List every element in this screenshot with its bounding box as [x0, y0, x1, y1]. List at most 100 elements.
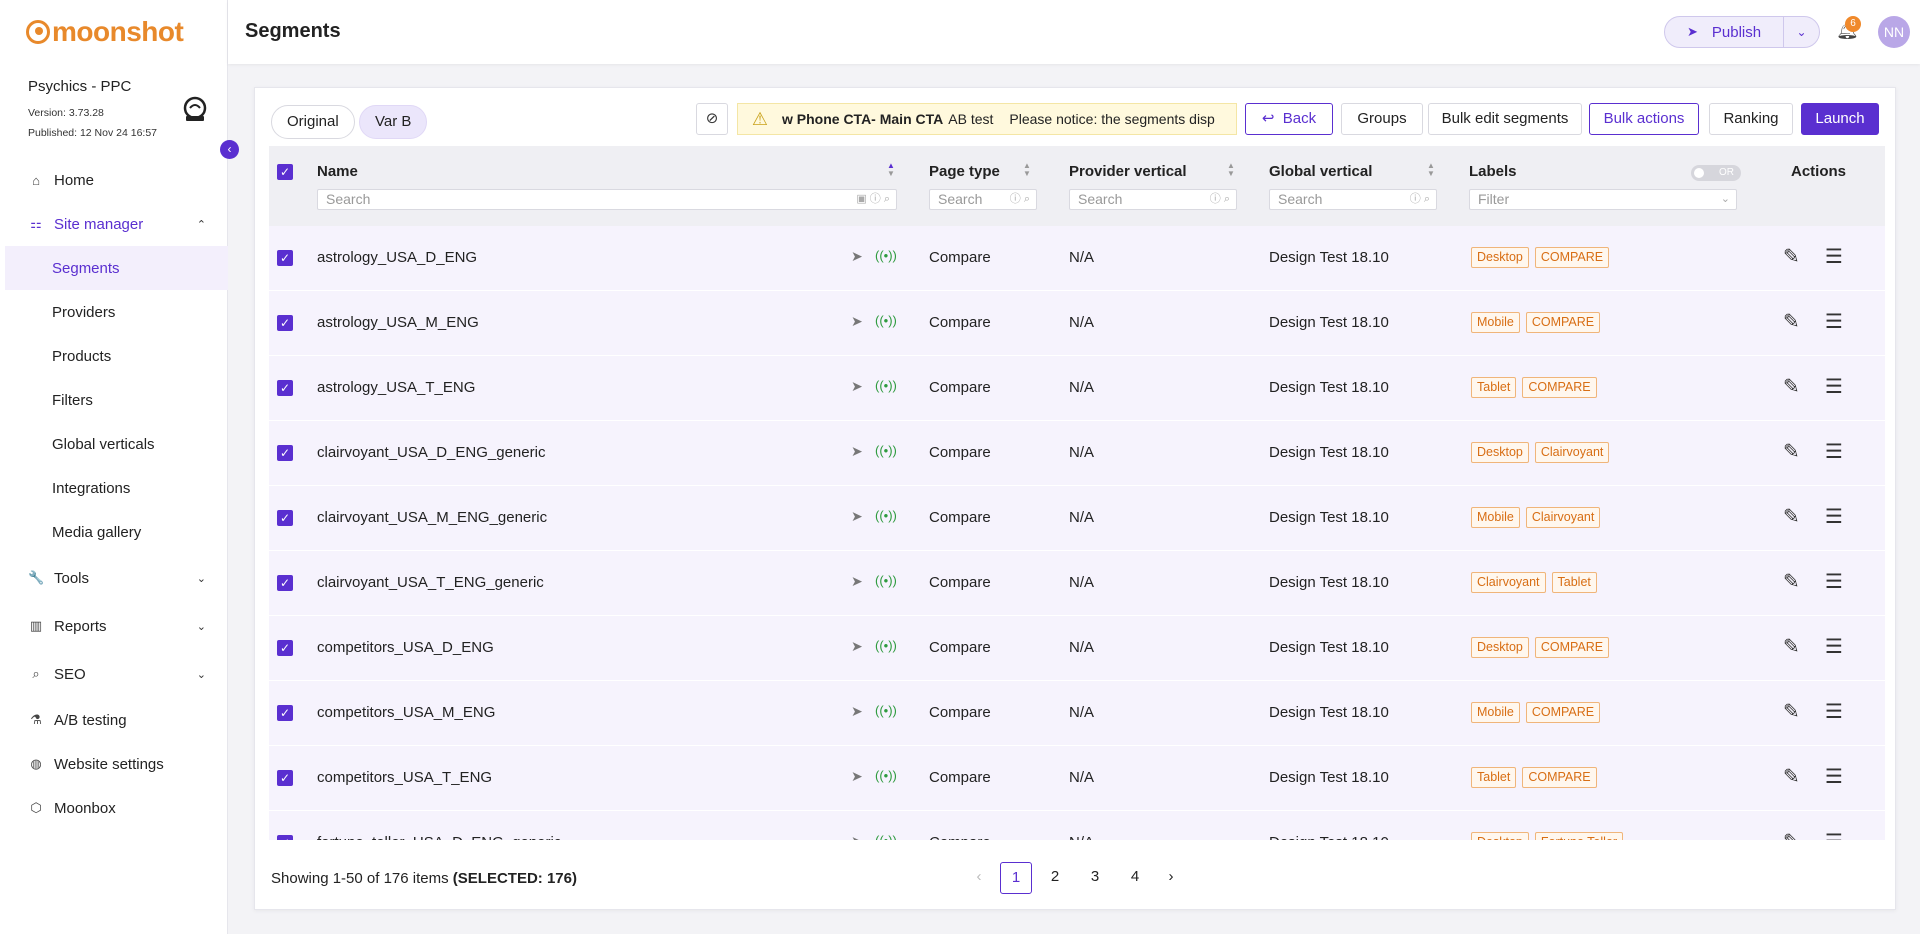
segment-name[interactable]: astrology_USA_T_ENG	[317, 379, 475, 396]
bulk-edit-segments-button[interactable]: Bulk edit segments	[1428, 103, 1582, 135]
nav-moonbox[interactable]: ⬡ Moonbox	[0, 786, 228, 830]
groups-button[interactable]: Groups	[1341, 103, 1423, 135]
row-checkbox[interactable]: ✓	[277, 705, 293, 721]
col-page-type[interactable]: Page type	[929, 163, 1000, 180]
nav-reports[interactable]: ▥ Reports ⌄	[0, 602, 228, 650]
col-name[interactable]: Name	[317, 163, 358, 180]
nav-providers[interactable]: Providers	[0, 290, 228, 334]
prev-page-button[interactable]: ‹	[969, 862, 989, 894]
segment-name[interactable]: clairvoyant_USA_D_ENG_generic	[317, 444, 545, 461]
sort-icon[interactable]: ▲ ▼	[1427, 162, 1435, 178]
sliders-icon[interactable]: ☰	[1825, 439, 1843, 464]
edit-icon[interactable]: ✎	[1783, 374, 1800, 399]
variant-b-tab[interactable]: Var B	[359, 105, 428, 139]
publish-button[interactable]: ➤ Publish	[1665, 24, 1783, 41]
sliders-icon[interactable]: ☰	[1825, 569, 1843, 594]
launch-button[interactable]: Launch	[1801, 103, 1879, 135]
provider-vertical-search-input[interactable]: Search ⓘ ⌕	[1069, 189, 1237, 210]
edit-icon[interactable]: ✎	[1783, 634, 1800, 659]
sort-icon[interactable]: ▲ ▼	[1023, 162, 1031, 178]
segment-name[interactable]: competitors_USA_D_ENG	[317, 639, 494, 656]
edit-icon[interactable]: ✎	[1783, 699, 1800, 724]
variant-original-tab[interactable]: Original	[271, 105, 355, 139]
table-row[interactable]: ✓ competitors_USA_M_ENG ➤ ((•)) Compare …	[269, 681, 1885, 746]
segment-name[interactable]: clairvoyant_USA_M_ENG_generic	[317, 509, 547, 526]
nav-global-verticals[interactable]: Global verticals	[0, 422, 228, 466]
nav-media-gallery[interactable]: Media gallery	[0, 510, 228, 554]
nav-site-manager[interactable]: ⚏ Site manager ⌃	[0, 202, 228, 246]
next-page-button[interactable]: ›	[1161, 862, 1181, 894]
select-all-checkbox[interactable]: ✓	[277, 164, 293, 180]
sliders-icon[interactable]: ☰	[1825, 309, 1843, 334]
publish-dropdown-toggle[interactable]: ⌄	[1783, 17, 1819, 47]
edit-icon[interactable]: ✎	[1783, 504, 1800, 529]
sliders-icon[interactable]: ☰	[1825, 244, 1843, 269]
edit-icon[interactable]: ✎	[1783, 764, 1800, 789]
segment-name[interactable]: competitors_USA_M_ENG	[317, 704, 495, 721]
table-row[interactable]: ✓ clairvoyant_USA_M_ENG_generic ➤ ((•)) …	[269, 486, 1885, 551]
table-row[interactable]: ✓ clairvoyant_USA_D_ENG_generic ➤ ((•)) …	[269, 421, 1885, 486]
row-checkbox[interactable]: ✓	[277, 640, 293, 656]
edit-icon[interactable]: ✎	[1783, 829, 1800, 840]
edit-icon[interactable]: ✎	[1783, 439, 1800, 464]
table-row[interactable]: ✓ astrology_USA_M_ENG ➤ ((•)) Compare N/…	[269, 291, 1885, 356]
table-row[interactable]: ✓ competitors_USA_D_ENG ➤ ((•)) Compare …	[269, 616, 1885, 681]
nav-home[interactable]: ⌂ Home	[0, 158, 228, 202]
segment-name[interactable]: astrology_USA_D_ENG	[317, 249, 477, 266]
edit-icon[interactable]: ✎	[1783, 309, 1800, 334]
col-global-vertical[interactable]: Global vertical	[1269, 163, 1372, 180]
row-checkbox[interactable]: ✓	[277, 445, 293, 461]
row-checkbox[interactable]: ✓	[277, 315, 293, 331]
edit-icon[interactable]: ✎	[1783, 569, 1800, 594]
moonshot-logo[interactable]: moonshot	[26, 16, 184, 48]
table-row[interactable]: ✓ astrology_USA_T_ENG ➤ ((•)) Compare N/…	[269, 356, 1885, 421]
table-row[interactable]: ✓ astrology_USA_D_ENG ➤ ((•)) Compare N/…	[269, 226, 1885, 291]
ranking-button[interactable]: Ranking	[1709, 103, 1793, 135]
table-row[interactable]: ✓ competitors_USA_T_ENG ➤ ((•)) Compare …	[269, 746, 1885, 811]
row-checkbox[interactable]: ✓	[277, 380, 293, 396]
page-4-button[interactable]: 4	[1121, 862, 1149, 894]
page-type-search-input[interactable]: Search ⓘ ⌕	[929, 189, 1037, 210]
nav-seo[interactable]: ⌕ SEO ⌄	[0, 650, 228, 698]
segment-name[interactable]: astrology_USA_M_ENG	[317, 314, 479, 331]
nav-ab-testing[interactable]: ⚗ A/B testing	[0, 698, 228, 742]
sort-icon[interactable]: ▲ ▼	[887, 162, 895, 178]
sliders-icon[interactable]: ☰	[1825, 764, 1843, 789]
collapse-sidebar-button[interactable]: ‹	[220, 140, 239, 159]
back-button[interactable]: ↩ Back	[1245, 103, 1333, 135]
clear-filters-icon[interactable]: ⊘	[696, 103, 728, 135]
table-row[interactable]: ✓ clairvoyant_USA_T_ENG_generic ➤ ((•)) …	[269, 551, 1885, 616]
row-checkbox[interactable]: ✓	[277, 250, 293, 266]
name-search-input[interactable]: Search ▣ ⓘ ⌕	[317, 189, 897, 210]
segment-name[interactable]: clairvoyant_USA_T_ENG_generic	[317, 574, 544, 591]
row-checkbox[interactable]: ✓	[277, 510, 293, 526]
page-3-button[interactable]: 3	[1081, 862, 1109, 894]
sort-icon[interactable]: ▲ ▼	[1227, 162, 1235, 178]
nav-website-settings[interactable]: ◍ Website settings	[0, 742, 228, 786]
col-provider-vertical[interactable]: Provider vertical	[1069, 163, 1187, 180]
edit-icon[interactable]: ✎	[1783, 244, 1800, 269]
sliders-icon[interactable]: ☰	[1825, 374, 1843, 399]
user-avatar[interactable]: NN	[1878, 16, 1910, 48]
nav-segments[interactable]: Segments	[5, 246, 228, 290]
nav-integrations[interactable]: Integrations	[0, 466, 228, 510]
page-1-button[interactable]: 1	[1000, 862, 1032, 894]
sliders-icon[interactable]: ☰	[1825, 699, 1843, 724]
page-2-button[interactable]: 2	[1041, 862, 1069, 894]
labels-or-toggle[interactable]: OR	[1691, 165, 1741, 181]
row-checkbox[interactable]: ✓	[277, 835, 293, 840]
nav-products[interactable]: Products	[0, 334, 228, 378]
bulk-actions-button[interactable]: Bulk actions	[1589, 103, 1699, 135]
nav-filters[interactable]: Filters	[0, 378, 228, 422]
global-vertical-search-input[interactable]: Search ⓘ ⌕	[1269, 189, 1437, 210]
row-checkbox[interactable]: ✓	[277, 575, 293, 591]
segment-name[interactable]: competitors_USA_T_ENG	[317, 769, 492, 786]
table-row[interactable]: ✓ fortune_teller_USA_D_ENG_generic ➤ ((•…	[269, 811, 1885, 840]
labels-filter-select[interactable]: Filter ⌄	[1469, 189, 1737, 210]
sliders-icon[interactable]: ☰	[1825, 829, 1843, 840]
row-checkbox[interactable]: ✓	[277, 770, 293, 786]
segment-name[interactable]: fortune_teller_USA_D_ENG_generic	[317, 834, 561, 840]
sliders-icon[interactable]: ☰	[1825, 504, 1843, 529]
nav-tools[interactable]: 🔧 Tools ⌄	[0, 554, 228, 602]
sliders-icon[interactable]: ☰	[1825, 634, 1843, 659]
